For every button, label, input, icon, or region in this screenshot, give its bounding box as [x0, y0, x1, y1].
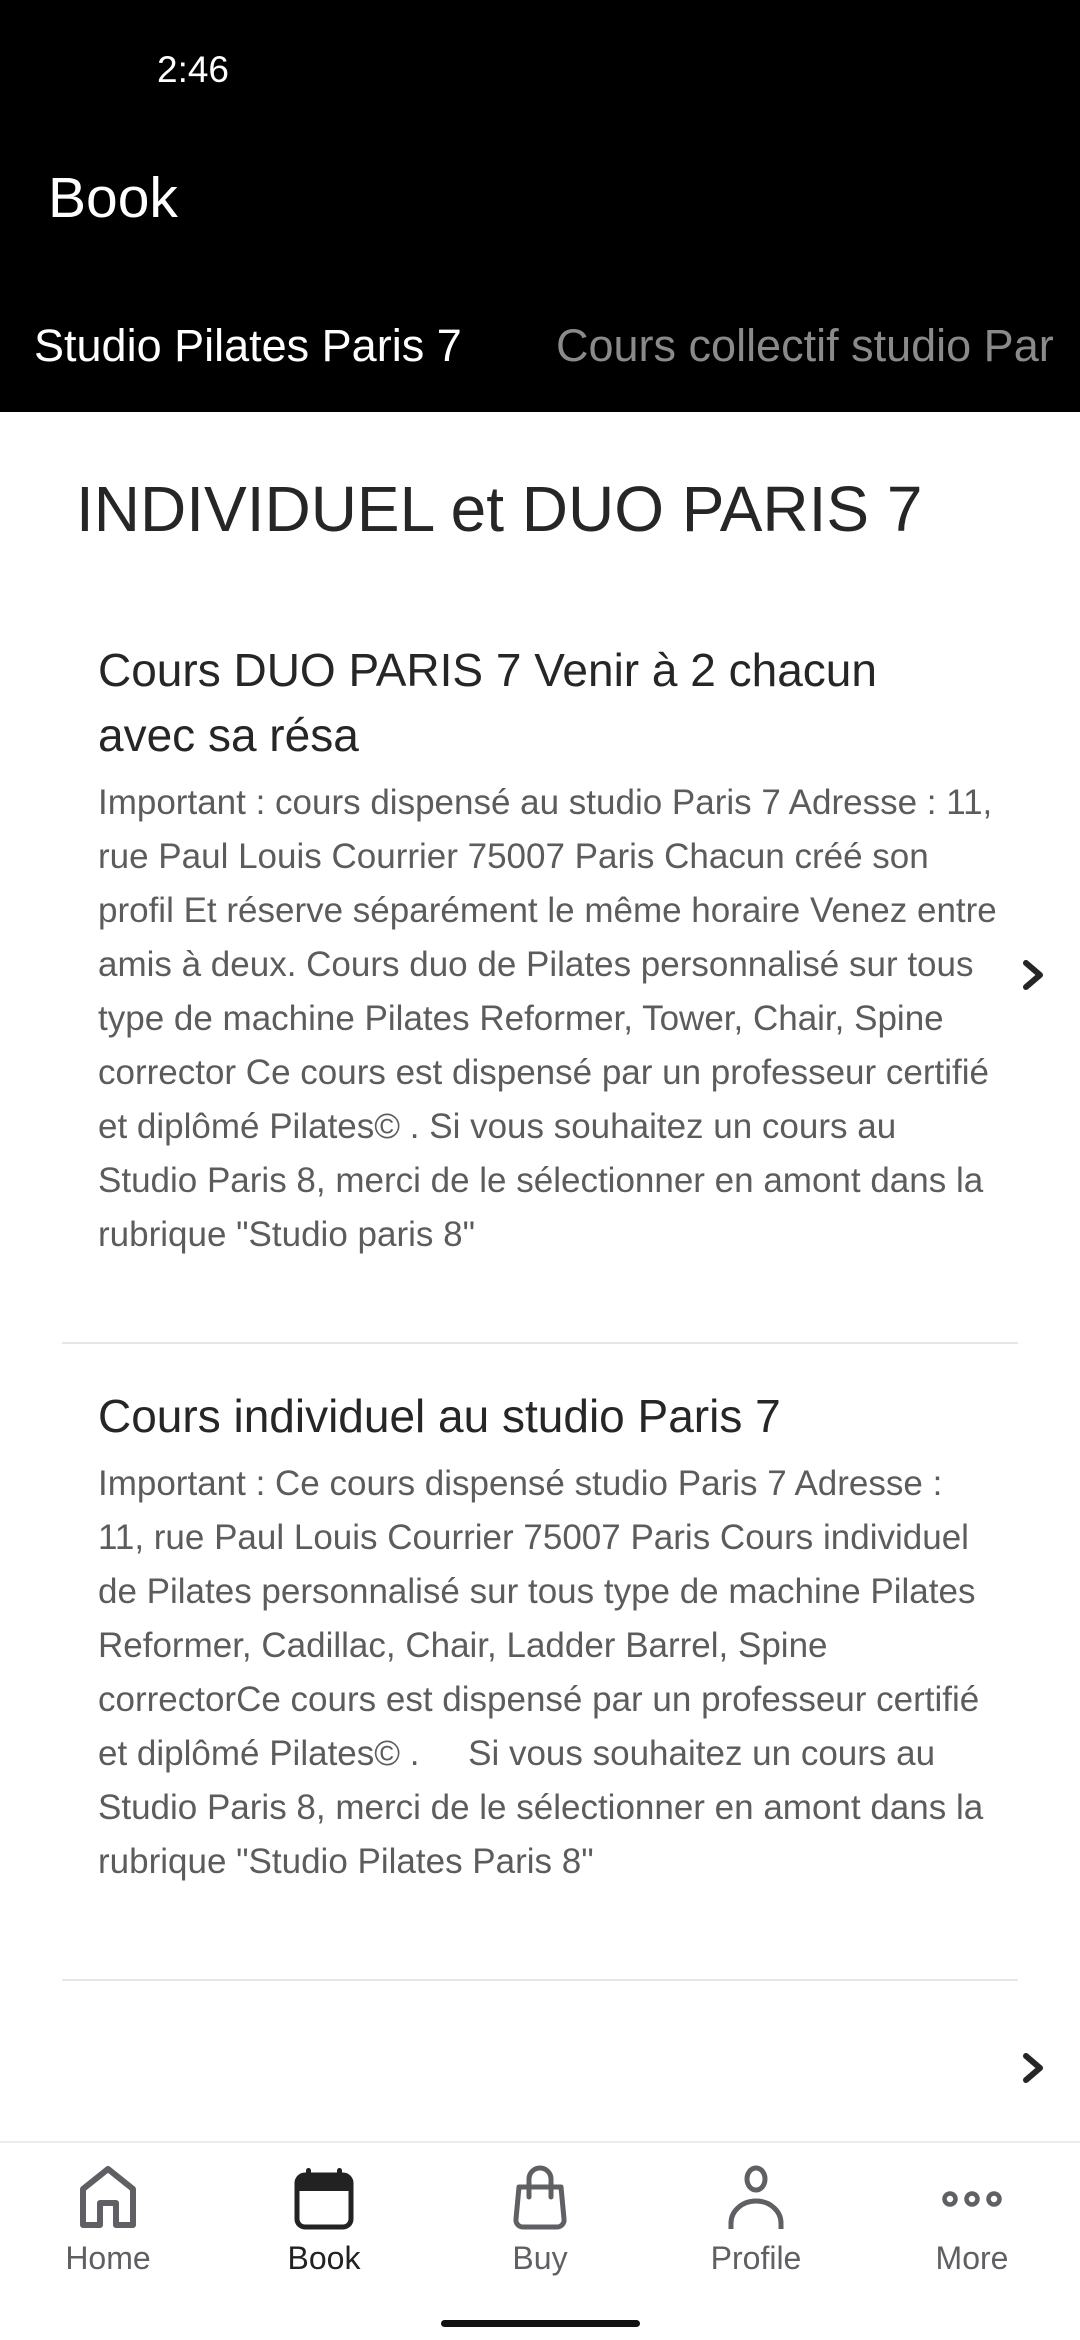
- calendar-icon: [294, 2168, 354, 2230]
- list-item-description: Important : cours dispensé au studio Par…: [98, 783, 1007, 1254]
- list-item-title: Cours DUO PARIS 7 Venir à 2 chacun avec …: [98, 644, 877, 761]
- app-header: 2:46 Book Studio Pilates Paris 7 Cours c…: [0, 0, 1080, 412]
- location-tabs: Studio Pilates Paris 7 Cours collectif s…: [0, 318, 1080, 378]
- bottom-navigation: Home Book Buy Profile More: [0, 2141, 1080, 2340]
- page-title: Book: [48, 166, 178, 230]
- person-icon: [728, 2165, 784, 2229]
- service-list: INDIVIDUEL et DUO PARIS 7 Cours DUO PARI…: [0, 412, 1080, 2142]
- nav-item-buy[interactable]: Buy: [432, 2143, 648, 2293]
- nav-item-home[interactable]: Home: [0, 2143, 216, 2293]
- nav-label: More: [935, 2240, 1009, 2276]
- home-indicator[interactable]: [441, 2320, 640, 2327]
- nav-item-book[interactable]: Book: [216, 2143, 432, 2293]
- more-horizontal-icon: [942, 2191, 1002, 2207]
- nav-label: Buy: [512, 2240, 568, 2276]
- chevron-right-icon: [1023, 2053, 1043, 2083]
- section-heading: INDIVIDUEL et DUO PARIS 7: [76, 473, 923, 545]
- nav-item-more[interactable]: More: [864, 2143, 1080, 2293]
- list-item-description: Important : Ce cours dispensé studio Par…: [98, 1464, 993, 1881]
- tab-studio-pilates-paris-7[interactable]: Studio Pilates Paris 7: [34, 318, 462, 374]
- list-item[interactable]: Cours individuel au studio Paris 7 Impor…: [62, 1344, 1043, 2083]
- list-item-title: Cours individuel au studio Paris 7: [98, 1390, 781, 1442]
- home-icon: [80, 2166, 136, 2228]
- status-bar-time: 2:46: [157, 49, 230, 90]
- nav-label: Home: [65, 2240, 151, 2276]
- nav-item-profile[interactable]: Profile: [648, 2143, 864, 2293]
- nav-label: Book: [287, 2240, 361, 2276]
- nav-label: Profile: [710, 2240, 802, 2276]
- shopping-bag-icon: [513, 2165, 567, 2230]
- list-item[interactable]: Cours DUO PARIS 7 Venir à 2 chacun avec …: [62, 624, 1043, 1344]
- tab-cours-collectif[interactable]: Cours collectif studio Par: [556, 318, 1054, 374]
- chevron-right-icon: [1023, 960, 1043, 990]
